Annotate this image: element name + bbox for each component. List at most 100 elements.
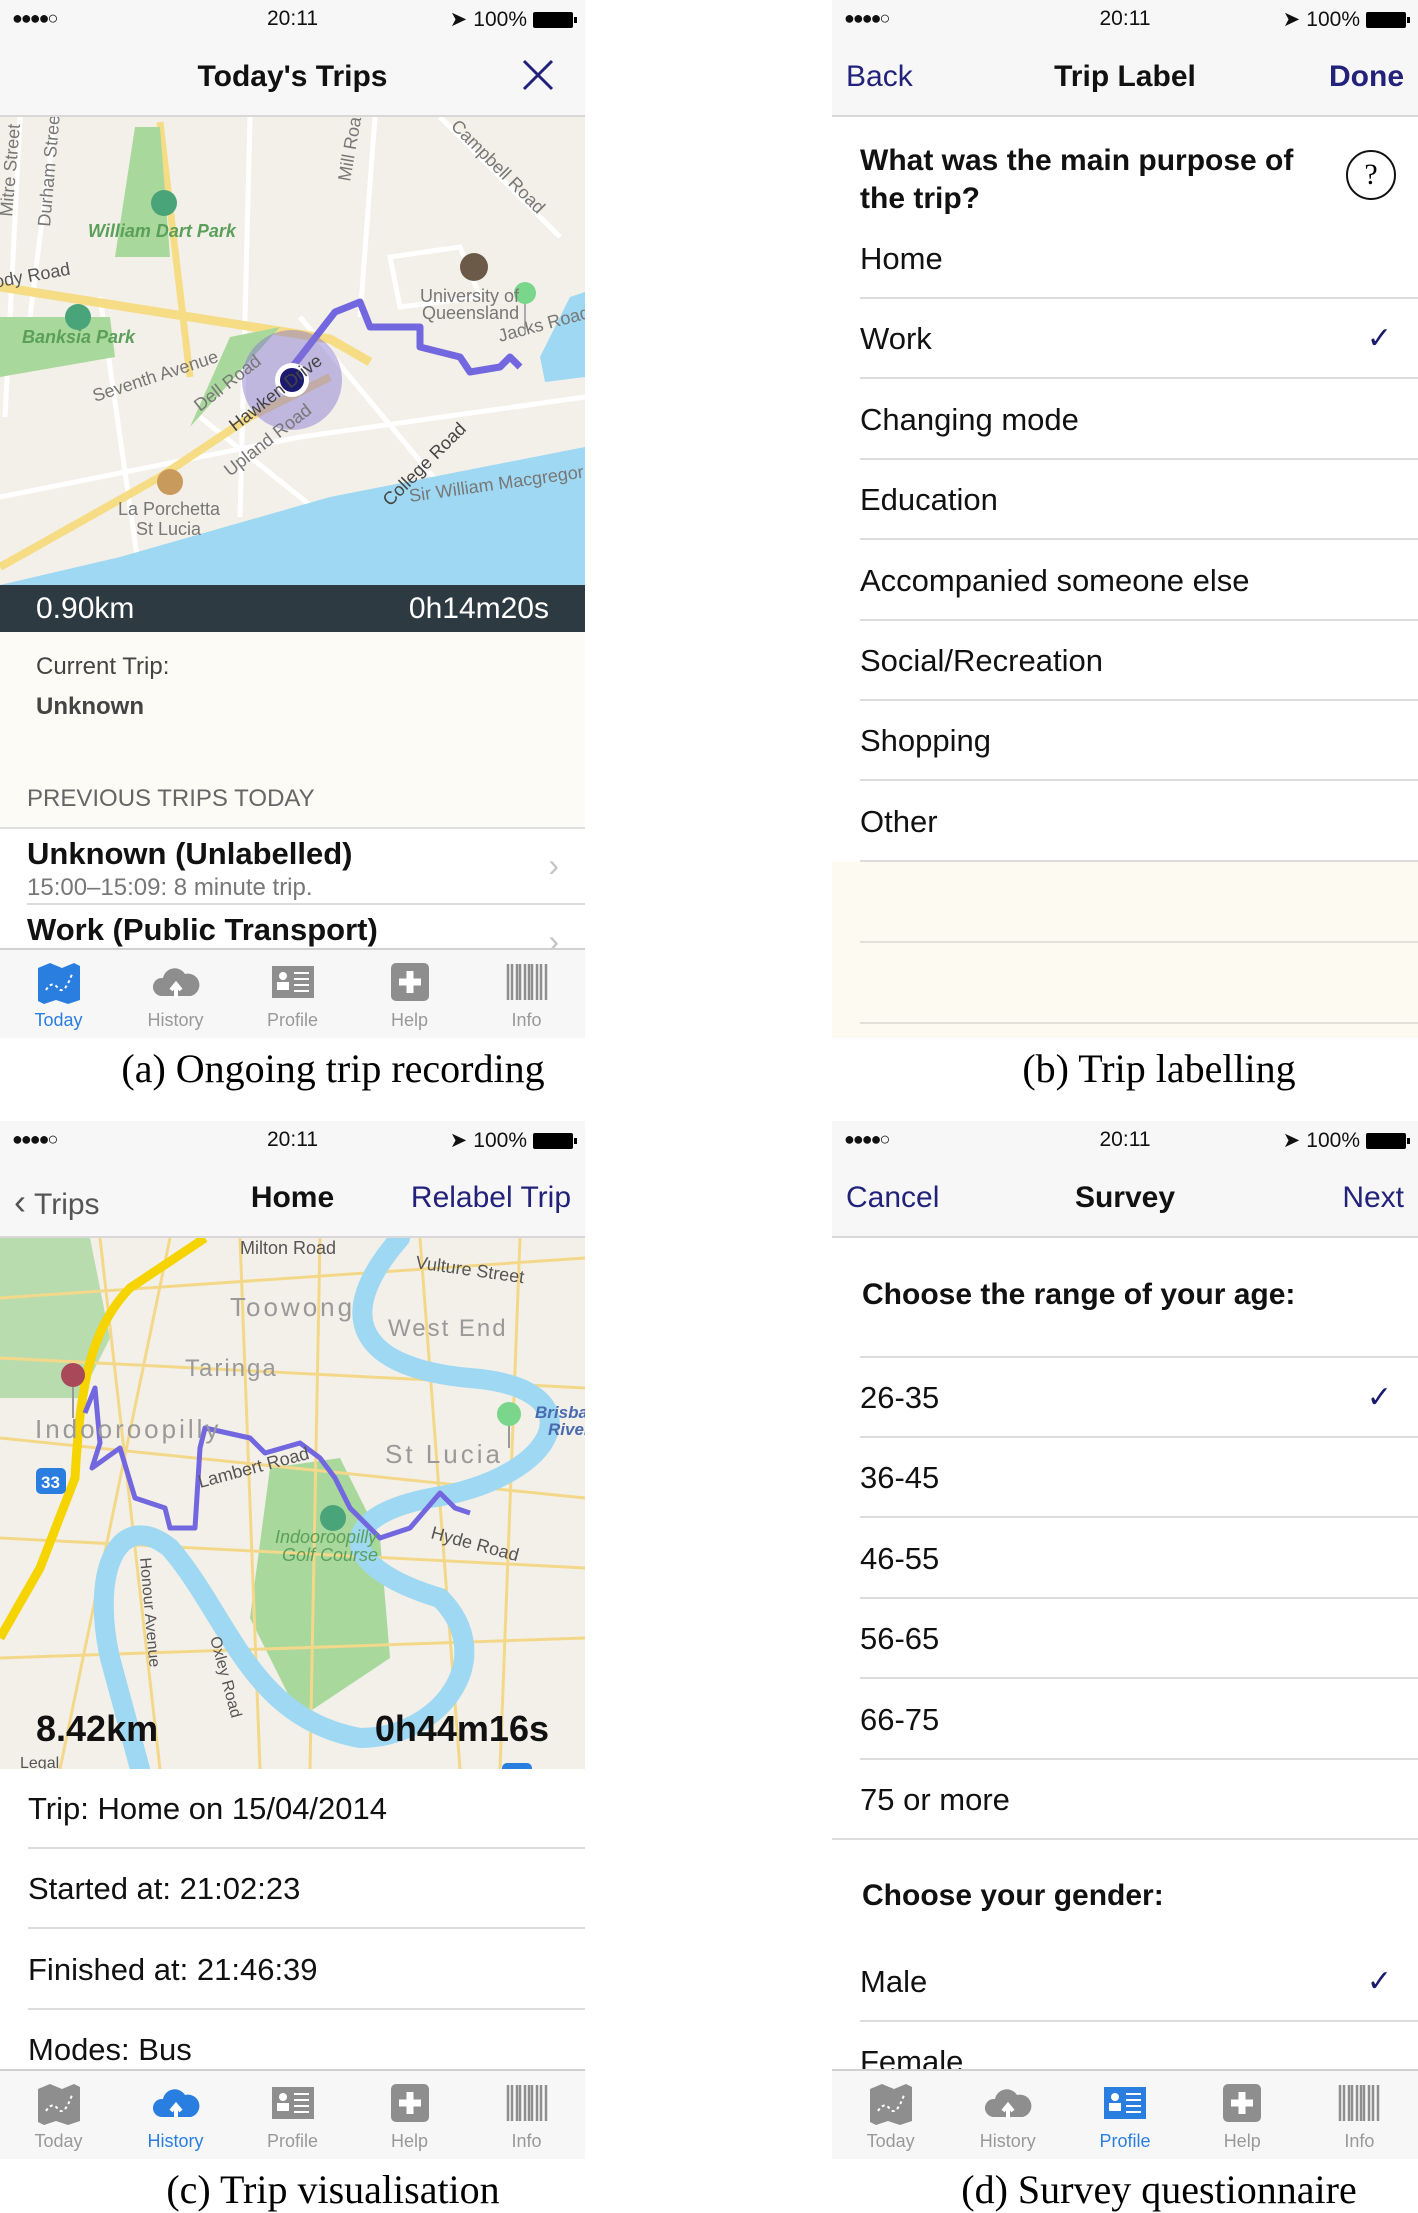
option-row[interactable]: Work ✓	[832, 299, 1418, 380]
map-view[interactable]: Milton Road Vulture Street Toowong West …	[0, 1238, 585, 1769]
cloud-upload-icon	[152, 968, 199, 998]
option-row[interactable]: Accompanied someone else	[832, 541, 1418, 621]
checkmark-icon: ✓	[1366, 1965, 1392, 1998]
tab-help[interactable]: Help	[351, 2071, 468, 2159]
tab-label: History	[147, 2131, 204, 2151]
barcode-icon	[1339, 2085, 1380, 2121]
tab-profile[interactable]: Profile	[234, 950, 351, 1038]
trip-detail-text: Modes: Bus	[28, 2032, 192, 2068]
nav-bar: ‹ Trips Home Relabel Trip	[0, 1159, 585, 1238]
trip-title: Work (Public Transport)	[27, 912, 378, 947]
option-row[interactable]: Other	[832, 782, 1418, 862]
map-icon	[869, 2084, 912, 2125]
empty-area	[832, 862, 1418, 1038]
tab-history[interactable]: History	[117, 2071, 234, 2159]
battery-icon	[533, 11, 577, 28]
option-row[interactable]: 36-45	[832, 1438, 1418, 1519]
option-row[interactable]: Education	[832, 460, 1418, 541]
current-trip-label: Current Trip:	[36, 653, 170, 680]
trip-list-item[interactable]: Unknown (Unlabelled) 15:00–15:09: 8 minu…	[0, 827, 585, 905]
option-row[interactable]: 75 or more	[832, 1760, 1418, 1840]
option-row[interactable]: Home	[832, 219, 1418, 299]
tab-label: Info	[511, 2131, 542, 2151]
panel-survey: ●●●●○ 20:11 ➤ 100% Cancel Survey Next Cho…	[832, 1121, 1418, 2159]
map-label: Golf Course	[282, 1545, 378, 1565]
option-row[interactable]: Social/Recreation	[832, 621, 1418, 701]
caption-a: (a) Ongoing trip recording	[121, 1046, 545, 1091]
option-label: Education	[860, 482, 998, 518]
barcode-icon	[506, 964, 547, 1000]
trip-detail-text: Finished at: 21:46:39	[28, 1951, 318, 1987]
tab-label: Help	[390, 1010, 429, 1030]
tab-info[interactable]: Info	[468, 950, 585, 1038]
map-label: Indooroopilly	[35, 1414, 221, 1444]
plus-square-icon	[1223, 2084, 1262, 2122]
tab-label: Today	[866, 2131, 915, 2151]
location-arrow-icon: ➤	[449, 8, 468, 31]
cloud-upload-icon	[152, 2089, 199, 2119]
checkmark-icon: ✓	[1366, 1381, 1392, 1414]
legal-link[interactable]: Legal	[20, 1755, 59, 1769]
battery-percent: 100%	[473, 1128, 527, 1152]
option-row[interactable]: Changing mode	[832, 380, 1418, 460]
location-arrow-icon: ➤	[449, 1129, 468, 1152]
option-label: Social/Recreation	[860, 643, 1103, 678]
tab-info[interactable]: Info	[468, 2071, 585, 2159]
relabel-trip-button[interactable]: Relabel Trip	[411, 1181, 571, 1215]
tab-today[interactable]: Today	[0, 2071, 117, 2159]
trip-duration: 0h44m16s	[374, 1708, 549, 1749]
option-row[interactable]: Shopping	[832, 701, 1418, 782]
trip-detail-row: Trip: Home on 15/04/2014	[0, 1769, 585, 1849]
trip-detail-row: Started at: 21:02:23	[0, 1849, 585, 1930]
panel-trip-visualisation: ●●●●○ 20:11 ➤ 100% ‹ Trips Home Relabel Tr…	[0, 1121, 585, 2159]
option-row[interactable]: 66-75	[832, 1680, 1418, 1760]
tab-profile[interactable]: Profile	[234, 2071, 351, 2159]
id-card-icon	[271, 966, 314, 998]
checkmark-icon: ✓	[1366, 322, 1392, 356]
tab-label: Profile	[266, 2131, 319, 2151]
status-bar: ●●●●○ 20:11 ➤ 100%	[0, 1121, 585, 1159]
tab-label: Today	[34, 2131, 83, 2151]
option-label: Shopping	[860, 723, 992, 759]
barcode-icon	[506, 2085, 547, 2121]
chevron-right-icon: ›	[548, 923, 559, 950]
option-row[interactable]: 56-65	[832, 1599, 1418, 1680]
tab-history[interactable]: History	[949, 2071, 1066, 2159]
map-label: West End	[388, 1315, 508, 1342]
map-label: La Porchetta	[118, 499, 221, 519]
status-bar: ●●●●○ 20:11 ➤ 100%	[832, 0, 1418, 38]
tab-today[interactable]: Today	[0, 950, 117, 1038]
tab-history[interactable]: History	[117, 950, 234, 1038]
trip-distance: 8.42km	[36, 1708, 159, 1749]
done-button[interactable]: Done	[1329, 60, 1404, 94]
cloud-upload-icon	[984, 2089, 1032, 2119]
map-view[interactable]: William Dart Park Banksia Park Seventh A…	[0, 117, 585, 585]
tab-info[interactable]: Info	[1301, 2071, 1418, 2159]
trip-detail-text: Trip: Home on 15/04/2014	[28, 1791, 388, 1826]
location-arrow-icon: ➤	[1282, 8, 1301, 31]
id-card-icon	[271, 2087, 314, 2119]
caption-d: (d) Survey questionnaire	[961, 2167, 1357, 2212]
tab-today[interactable]: Today	[832, 2071, 949, 2159]
map-label: Queensland	[422, 303, 519, 323]
tab-help[interactable]: Help	[351, 950, 468, 1038]
close-icon[interactable]	[521, 58, 555, 92]
trip-list-item[interactable]: Work (Public Transport) ›	[0, 905, 585, 950]
battery-icon	[533, 1132, 577, 1149]
option-label: Changing mode	[860, 401, 1079, 437]
map-label: St Lucia	[136, 519, 202, 539]
trip-detail-text: Started at: 21:02:23	[28, 1871, 301, 1907]
help-icon[interactable]: ?	[1346, 150, 1396, 200]
next-button[interactable]: Next	[1342, 1181, 1404, 1215]
option-row[interactable]: Male ✓	[832, 1942, 1418, 2022]
tab-help[interactable]: Help	[1184, 2071, 1301, 2159]
trip-stats-bar: 0.90km 0h14m20s	[0, 585, 585, 632]
option-row[interactable]: 26-35 ✓	[832, 1358, 1418, 1438]
tab-label: Help	[390, 2131, 429, 2151]
tab-profile[interactable]: Profile	[1066, 2071, 1183, 2159]
trip-subtitle: 15:00–15:09: 8 minute trip.	[27, 874, 313, 901]
option-row[interactable]: 46-55	[832, 1519, 1418, 1599]
option-label: 66-75	[860, 1701, 940, 1737]
tab-bar: Today History Profile Help Info	[0, 948, 585, 1038]
option-label: 36-45	[860, 1460, 940, 1496]
